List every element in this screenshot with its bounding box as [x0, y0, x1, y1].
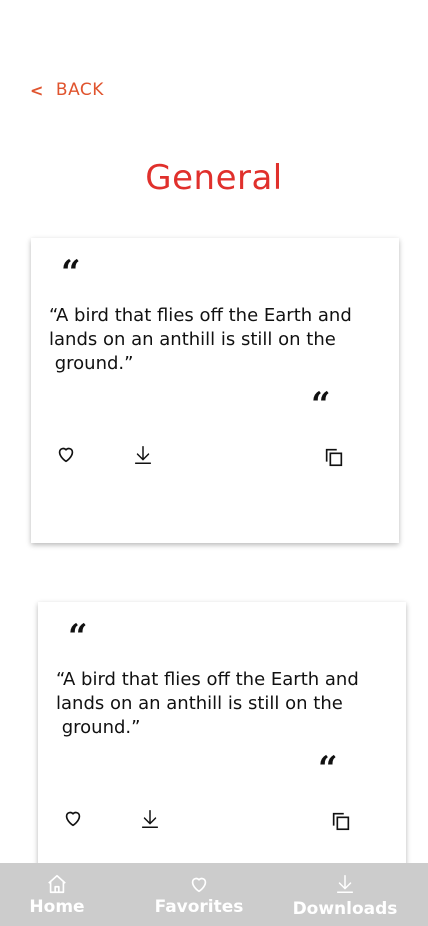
- heart-icon: [58, 447, 74, 463]
- heart-icon: [191, 877, 207, 893]
- home-icon: [48, 874, 66, 894]
- download-icon: [141, 810, 159, 828]
- tab-home[interactable]: Home: [20, 863, 94, 926]
- download-button[interactable]: [136, 805, 164, 833]
- close-quote-mark: “: [318, 749, 338, 789]
- copy-icon: [325, 448, 343, 467]
- download-icon: [336, 875, 354, 893]
- quote-text: “A bird that flies off the Earth and lan…: [56, 669, 359, 738]
- quote-text: “A bird that flies off the Earth and lan…: [49, 305, 352, 374]
- copy-button[interactable]: [327, 807, 355, 835]
- bottom-tab-bar: Home Favorites Downloads: [0, 863, 428, 926]
- tab-downloads[interactable]: Downloads: [288, 863, 402, 926]
- copy-icon: [332, 812, 350, 831]
- back-label: BACK: [55, 80, 104, 100]
- favorite-button[interactable]: [52, 440, 80, 468]
- tab-home-label: Home: [29, 897, 85, 917]
- download-button[interactable]: [129, 441, 157, 469]
- close-quote-mark: “: [311, 385, 331, 425]
- quote-card: “ “A bird that flies off the Earth and l…: [38, 602, 406, 902]
- favorite-button[interactable]: [59, 804, 87, 832]
- chevron-left-icon: <: [30, 80, 44, 100]
- quote-card: “ “A bird that flies off the Earth and l…: [31, 238, 399, 543]
- open-quote-mark: “: [61, 253, 81, 293]
- heart-icon: [65, 811, 81, 827]
- download-icon: [134, 446, 152, 464]
- page-title: General: [145, 158, 283, 198]
- tab-favorites-label: Favorites: [154, 897, 244, 917]
- back-button[interactable]: < BACK: [30, 78, 104, 102]
- tab-favorites[interactable]: Favorites: [152, 863, 246, 926]
- copy-button[interactable]: [320, 443, 348, 471]
- tab-downloads-label: Downloads: [292, 899, 398, 919]
- open-quote-mark: “: [68, 617, 88, 657]
